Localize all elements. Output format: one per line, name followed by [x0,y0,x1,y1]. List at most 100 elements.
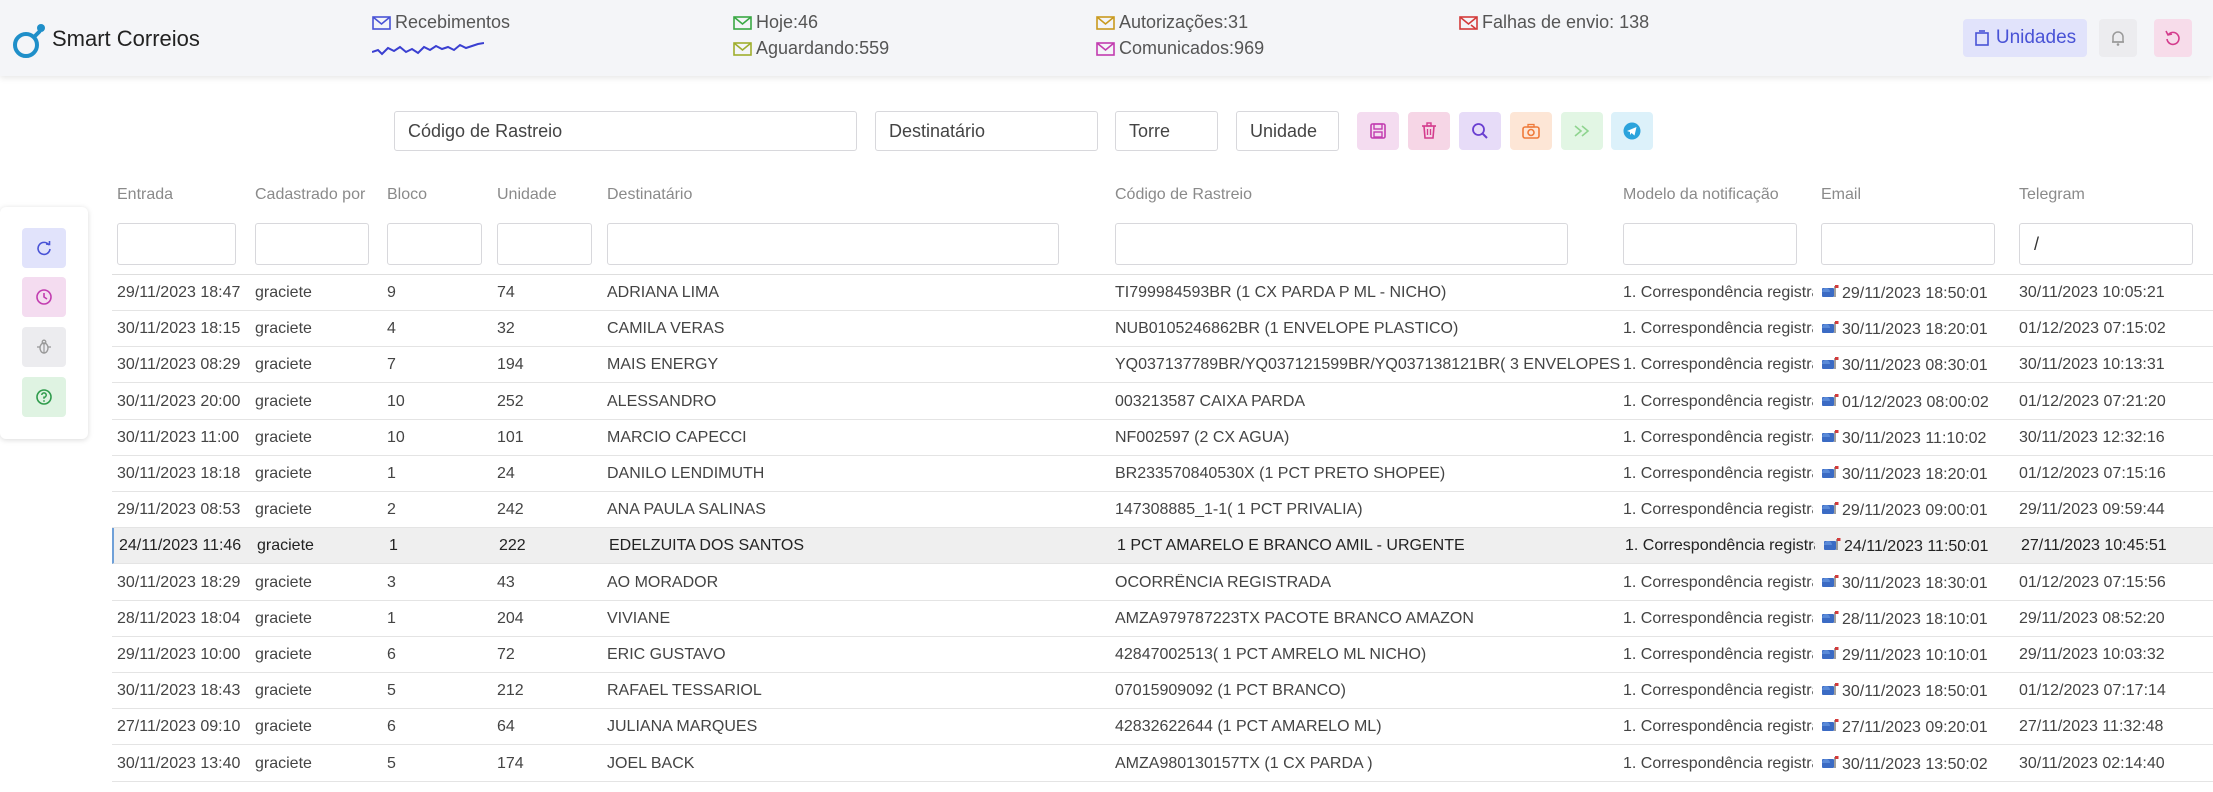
cell-codigo-rastreio: 42832622644 (1 PCT AMARELO ML) [1115,718,1382,736]
unidades-button[interactable]: Unidades [1963,19,2087,57]
cell-codigo-rastreio: NUB0105246862BR (1 ENVELOPE PLASTICO) [1115,320,1459,338]
cell-codigo-rastreio: AMZA979787223TX PACOTE BRANCO AMAZON [1115,609,1474,627]
cell-bloco: 7 [387,356,396,374]
stat-comunicados[interactable]: Comunicados:969 [1096,38,1264,59]
cell-entrada: 27/11/2023 09:10 [117,718,241,736]
cell-telegram: 30/11/2023 10:05:21 [2019,284,2165,301]
filter-unidade[interactable] [497,223,592,265]
filter-codigo-rastreio[interactable] [1115,223,1568,265]
table-row[interactable]: 29/11/2023 10:00 graciete 6 72 ERIC GUSTAVO 4… [112,637,2213,673]
cell-telegram: 01/12/2023 07:15:02 [2019,320,2166,338]
col-header-bloco[interactable]: Bloco [387,186,427,204]
email-sent-time: 30/11/2023 18:30:01 [1842,574,1988,592]
table-row[interactable]: 29/11/2023 18:47 graciete 9 74 ADRIANA LIMA T… [112,275,2213,311]
cell-modelo-notificacao: 1. Correspondência registrada [1623,682,1813,700]
col-header-destinatario[interactable]: Destinatário [607,186,692,204]
col-header-email[interactable]: Email [1821,186,1861,204]
email-sent-time: 30/11/2023 18:20:01 [1842,466,1988,483]
col-header-telegram[interactable]: Telegram [2019,186,2085,204]
filter-destinatario[interactable] [607,223,1059,265]
clock-icon [36,289,52,305]
mailbox-icon [1821,682,1839,701]
save-button[interactable] [1357,112,1399,150]
table-row[interactable]: 30/11/2023 18:43 graciete 5 212 RAFAEL TESSA… [112,673,2213,710]
col-header-codigo-rastreio[interactable]: Código de Rastreio [1115,186,1252,204]
table-row[interactable]: 27/11/2023 09:10 graciete 6 64 JULIANA MARQU… [112,709,2213,746]
cell-codigo-rastreio: 1 PCT AMARELO E BRANCO AMIL - URGENTE [1117,537,1465,555]
bell-icon [2112,31,2124,46]
help-button[interactable] [22,377,66,417]
unit-input[interactable]: Unidade [1236,111,1339,151]
cell-email: 28/11/2023 18:10:01 [1821,610,2011,629]
cell-destinatario: ANA PAULA SALINAS [607,501,766,519]
table-row[interactable]: 29/11/2023 08:53 graciete 2 242 ANA PAULA SA… [112,492,2213,529]
cell-unidade: 174 [497,754,524,772]
telegram-button[interactable] [1611,112,1653,150]
cell-modelo-notificacao: 1. Correspondência registrada [1623,320,1813,338]
cell-codigo-rastreio: 07015909092 (1 PCT BRANCO) [1115,682,1346,700]
cell-modelo-notificacao: 1. Correspondência registrada [1623,754,1813,772]
cell-destinatario: ALESSANDRO [607,392,717,410]
delete-button[interactable] [1408,112,1450,150]
cell-modelo-notificacao: 1. Correspondência registrada [1623,609,1813,627]
cell-modelo-notificacao: 1. Correspondência registrada [1623,465,1813,482]
filter-cadastrado-por[interactable] [255,223,369,265]
stat-autorizacoes[interactable]: Autorizações:31 [1096,12,1248,33]
tower-input[interactable]: Torre [1115,111,1218,151]
table-row[interactable]: 30/11/2023 13:40 graciete 5 174 JOEL BACK AMZ… [112,746,2213,782]
camera-button[interactable] [1510,112,1552,150]
table-row[interactable]: 30/11/2023 18:29 graciete 3 43 AO MORADOR OCO… [112,565,2213,601]
refresh-button[interactable] [22,228,66,268]
building-icon [1975,30,1989,46]
email-sent-time: 30/11/2023 11:10:02 [1842,429,1987,447]
notifications-button[interactable] [2099,19,2137,57]
stat-hoje[interactable]: Hoje:46 [733,12,818,33]
table-row[interactable]: 30/11/2023 08:29 graciete 7 194 MAIS ENERGY Y… [112,347,2213,384]
filter-email[interactable] [1821,223,1995,265]
col-header-entrada[interactable]: Entrada [117,186,173,204]
filter-bloco[interactable] [387,223,482,265]
table-row[interactable]: 30/11/2023 18:18 graciete 1 24 DANILO LENDIM… [112,456,2213,492]
envelope-icon [1096,15,1115,30]
cell-cadastrado-por: graciete [255,501,312,519]
mailbox-icon [1821,356,1839,375]
table-row[interactable]: 30/11/2023 11:00 graciete 10 101 MARCIO CAPE… [112,420,2213,456]
envelope-icon [372,15,391,30]
col-header-unidade[interactable]: Unidade [497,186,557,204]
cell-cadastrado-por: graciete [257,537,314,555]
table-row[interactable]: 28/11/2023 18:04 graciete 1 204 VIVIANE AMZA9… [112,601,2213,637]
stat-recebimentos[interactable]: Recebimentos [372,12,510,33]
filter-entrada[interactable] [117,223,236,265]
table-row[interactable]: 24/11/2023 11:46 graciete 1 222 EDELZUITA DO… [112,528,2213,565]
recipient-input[interactable]: Destinatário [875,111,1098,151]
forward-button[interactable] [1561,112,1603,150]
cell-telegram: 29/11/2023 09:59:44 [2019,501,2165,519]
cell-unidade: 74 [497,284,515,301]
undo-icon [2165,30,2180,46]
search-button[interactable] [1459,112,1501,150]
cell-telegram: 30/11/2023 02:14:40 [2019,754,2165,772]
cell-unidade: 222 [499,537,526,555]
cell-modelo-notificacao: 1. Correspondência registrada [1623,392,1813,410]
stat-aguardando[interactable]: Aguardando:559 [733,38,889,59]
envelope-icon [1096,41,1115,56]
filter-telegram[interactable]: / [2019,223,2193,265]
logout-button[interactable] [2154,19,2192,57]
table-row[interactable]: 30/11/2023 20:00 graciete 10 252 ALESSANDRO 0… [112,384,2213,420]
tracking-code-input[interactable]: Código de Rastreio [394,111,857,151]
bug-icon [37,339,51,354]
col-header-cadastrado-por[interactable]: Cadastrado por [255,186,365,204]
debug-button[interactable] [22,327,66,367]
history-button[interactable] [22,277,66,317]
cell-unidade: 194 [497,356,524,374]
cell-modelo-notificacao: 1. Correspondência registrada [1623,356,1813,374]
filter-modelo-notificacao[interactable] [1623,223,1797,265]
stat-falhas[interactable]: Falhas de envio: 138 [1459,12,1649,33]
app-logo[interactable]: Smart Correios [12,20,200,58]
col-header-modelo-notificacao[interactable]: Modelo da notificação [1623,186,1779,204]
email-sent-time: 30/11/2023 08:30:01 [1842,357,1988,375]
cell-codigo-rastreio: NF002597 (2 CX AGUA) [1115,428,1290,446]
cell-email: 29/11/2023 09:00:01 [1821,501,2011,520]
cell-cadastrado-por: graciete [255,356,312,374]
table-row[interactable]: 30/11/2023 18:15 graciete 4 32 CAMILA VERAS N… [112,311,2213,348]
